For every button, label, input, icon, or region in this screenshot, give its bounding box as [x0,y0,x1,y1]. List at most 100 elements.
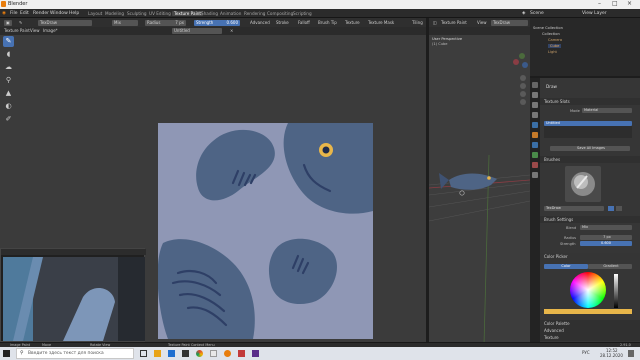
mode-dropdown[interactable]: Material [582,108,632,113]
chrome-icon[interactable] [196,350,203,357]
draw-tool-icon[interactable]: ✎ [3,36,14,47]
tiling-dropdown[interactable]: Tiling [410,20,425,26]
viewport-mode-selector[interactable]: Texture Paint [439,20,469,26]
soften-tool-icon[interactable]: ◖ [3,49,14,60]
brushes-header[interactable]: Brushes [540,156,640,163]
tab-animation[interactable]: Animation [220,11,241,16]
object-tab-icon[interactable] [532,132,538,138]
brush-settings-header[interactable]: Brush Settings [540,216,640,223]
obs-icon[interactable] [238,350,245,357]
tab-color[interactable]: Color [544,264,588,269]
maximize-icon[interactable]: □ [612,0,618,7]
taskbar-search[interactable]: ⚲ Введите здесь текст для поиска [16,348,134,359]
brush-selector[interactable]: TexDraw [38,19,92,26]
smear-tool-icon[interactable]: ☁ [3,62,14,73]
tab-gradient[interactable]: Gradient [588,264,632,269]
texture-canvas[interactable] [158,123,373,339]
ortho-toggle-icon[interactable] [520,99,526,105]
pan-icon[interactable] [520,83,526,89]
blender-menu-icon[interactable]: ◉ [2,11,6,16]
mask-tool-icon[interactable]: ◐ [3,101,14,112]
image-name-field[interactable]: Untitled [172,28,222,34]
media-icon[interactable] [252,350,259,357]
brush-duplicate-icon[interactable] [616,206,622,211]
notifications-icon[interactable] [628,350,634,357]
output-tab-icon[interactable] [532,102,538,108]
falloff-dropdown[interactable]: Falloff [296,20,312,26]
viewport-editor-icon[interactable]: ◫ [431,20,439,26]
gizmo-z-axis-icon[interactable] [522,62,528,68]
viewport-brush-field[interactable]: TexDraw [491,19,528,26]
scene-selector[interactable]: Scene [530,11,544,16]
minimize-icon[interactable]: – [598,0,601,7]
tab-compositing[interactable]: Compositing [267,11,293,16]
world-tab-icon[interactable] [532,122,538,128]
blend-field[interactable]: Mix [580,225,632,230]
brush-preview[interactable] [565,166,601,202]
texture-header[interactable]: Texture [540,334,640,341]
strength-field[interactable]: Strength 0.600 [194,19,240,26]
tab-rendering[interactable]: Rendering [244,11,265,16]
value-slider[interactable] [614,274,618,308]
close-image-icon[interactable]: × [228,28,235,34]
tab-modeling[interactable]: Modeling [105,11,124,16]
close-icon[interactable]: × [627,0,632,7]
annotate-tool-icon[interactable]: ✐ [3,114,14,125]
tab-shading[interactable]: Shading [201,11,218,16]
outliner-cube[interactable]: Cube [548,44,562,48]
edge-icon[interactable] [168,350,175,357]
active-color-swatch[interactable] [544,309,632,314]
color-palette-header[interactable]: Color Palette [540,320,640,327]
fill-tool-icon[interactable]: ▲ [3,88,14,99]
radius-prop-field[interactable]: 7 px [580,235,632,240]
physics-tab-icon[interactable] [532,152,538,158]
menu-image[interactable]: Image* [41,28,60,34]
clone-tool-icon[interactable]: ⚲ [3,75,14,86]
view-layer-selector[interactable]: View Layer [582,11,607,16]
color-picker-header[interactable]: Color Picker [540,253,640,260]
color-wheel[interactable] [570,272,606,308]
render-tab-icon[interactable] [532,92,538,98]
scene-tab-icon[interactable] [532,112,538,118]
texture-dropdown[interactable]: Texture [343,20,362,26]
viewport-menu-view[interactable]: View [475,20,489,26]
outliner-collection[interactable]: Collection [542,32,560,36]
texture-tab-icon[interactable] [532,172,538,178]
save-all-images-button[interactable]: Save All Images [550,146,630,151]
outliner-light[interactable]: Light [548,50,557,54]
brush-name-field[interactable]: TexDraw [544,206,604,211]
language-indicator[interactable]: РУС [582,350,590,355]
advanced-dropdown[interactable]: Advanced [248,20,272,26]
gizmo-y-axis-icon[interactable] [519,53,525,59]
zoom-icon[interactable] [520,75,526,81]
tool-tab-icon[interactable] [532,82,538,88]
tab-sculpting[interactable]: Sculpting [127,11,147,16]
store-icon[interactable] [182,350,189,357]
texture-slots-header[interactable]: Texture Slots [540,98,640,105]
app-icon[interactable] [210,350,217,357]
camera-view-icon[interactable] [520,91,526,97]
menu-window[interactable]: Window [50,11,68,16]
blender-taskbar-icon[interactable] [224,350,231,357]
menu-view[interactable]: View [28,28,42,34]
gizmo-x-axis-icon[interactable] [513,59,519,65]
tab-scripting[interactable]: Scripting [293,11,312,16]
menu-render[interactable]: Render [33,11,49,16]
texture-mask-dropdown[interactable]: Texture Mask [366,20,396,26]
task-view-icon[interactable] [140,350,147,357]
material-tab-icon[interactable] [532,162,538,168]
menu-file[interactable]: File [10,11,18,16]
outliner-camera[interactable]: Camera [548,38,562,42]
blend-dropdown[interactable]: Mix [112,19,138,26]
strength-prop-field[interactable]: 0.600 [580,241,632,246]
advanced-header[interactable]: Advanced [540,327,640,334]
editor-type-icon[interactable]: ▣ [4,19,12,26]
windows-start-icon[interactable] [3,350,10,357]
menu-help[interactable]: Help [69,11,79,16]
radius-field[interactable]: Radius 7 px [145,19,186,26]
brush-tip-dropdown[interactable]: Brush Tip [316,20,339,26]
tab-texture-paint[interactable]: Texture Paint [172,10,204,16]
3d-viewport[interactable]: User Perspective (1) Cube [429,35,530,345]
tab-layout[interactable]: Layout [88,11,102,16]
modifier-tab-icon[interactable] [532,142,538,148]
